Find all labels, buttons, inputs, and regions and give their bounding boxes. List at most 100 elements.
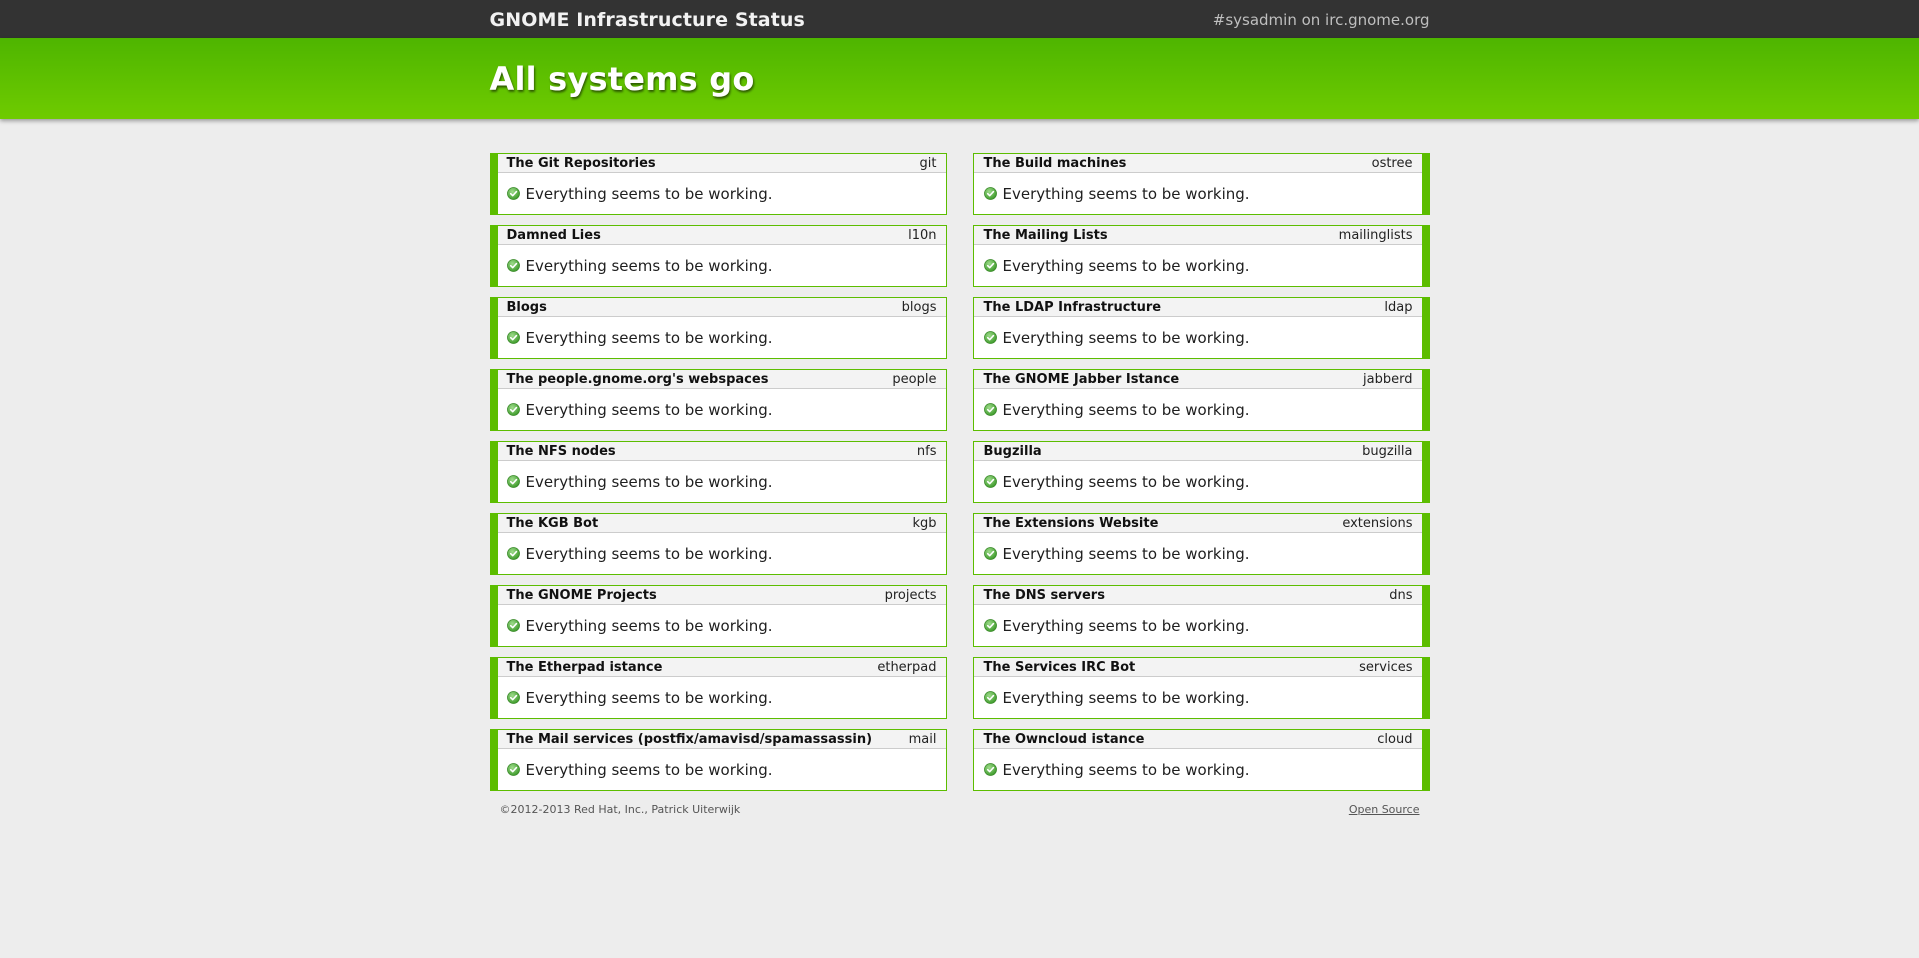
service-status: Everything seems to be working. [498,245,946,286]
service-tag: nfs [916,443,937,459]
service-title: Bugzilla [983,443,1042,459]
service-title: The Owncloud istance [983,731,1145,747]
status-message: Everything seems to be working. [1002,328,1250,347]
service-status: Everything seems to be working. [974,677,1422,718]
open-source-link[interactable]: Open Source [1349,803,1420,816]
status-message: Everything seems to be working. [1002,760,1250,779]
top-bar: GNOME Infrastructure Status #sysadmin on… [0,0,1919,38]
service-card: The Mailing Lists mailinglists Everythin… [972,225,1430,287]
service-title: The Services IRC Bot [983,659,1136,675]
check-circle-icon [506,691,520,704]
service-tag: git [919,155,937,171]
service-status: Everything seems to be working. [498,461,946,502]
check-circle-icon [506,259,520,272]
status-message: Everything seems to be working. [525,544,773,563]
service-status: Everything seems to be working. [974,245,1422,286]
check-circle-icon [506,403,520,416]
service-card: The KGB Bot kgb Everything seems to be w… [489,513,947,575]
service-card-header: The KGB Bot kgb [497,514,946,533]
service-status: Everything seems to be working. [974,173,1422,214]
service-card-header: The Mailing Lists mailinglists [973,226,1422,245]
service-tag: mail [908,731,937,747]
service-card: The Mail services (postfix/amavisd/spama… [489,729,947,791]
service-title: The Git Repositories [506,155,656,171]
service-grid: The Git Repositories git Everything seem… [489,153,1430,791]
check-circle-icon [506,619,520,632]
service-status: Everything seems to be working. [498,677,946,718]
status-message: Everything seems to be working. [1002,616,1250,635]
service-title: The Mailing Lists [983,227,1108,243]
service-title: The LDAP Infrastructure [983,299,1162,315]
check-circle-icon [983,187,997,200]
service-title: The NFS nodes [506,443,616,459]
service-card-header: Bugzilla bugzilla [973,442,1422,461]
service-title: Blogs [506,299,547,315]
check-circle-icon [506,331,520,344]
service-card-header: The GNOME Jabber Istance jabberd [973,370,1422,389]
service-card: The Services IRC Bot services Everything… [972,657,1430,719]
footer: ©2012-2013 Red Hat, Inc., Patrick Uiterw… [490,803,1430,816]
service-card-header: The people.gnome.org's webspaces people [497,370,946,389]
service-title: The Build machines [983,155,1127,171]
service-status: Everything seems to be working. [498,605,946,646]
status-message: Everything seems to be working. [525,400,773,419]
overall-status-heading: All systems go [489,60,755,98]
service-card: The Git Repositories git Everything seem… [489,153,947,215]
service-status: Everything seems to be working. [974,461,1422,502]
service-status: Everything seems to be working. [974,749,1422,790]
service-card-header: The GNOME Projects projects [497,586,946,605]
service-tag: jabberd [1363,371,1413,387]
service-card: Damned Lies l10n Everything seems to be … [489,225,947,287]
service-card-header: The Build machines ostree [973,154,1422,173]
status-message: Everything seems to be working. [525,184,773,203]
service-card: The Owncloud istance cloud Everything se… [972,729,1430,791]
service-status: Everything seems to be working. [498,533,946,574]
service-tag: cloud [1377,731,1413,747]
status-message: Everything seems to be working. [1002,256,1250,275]
service-title: Damned Lies [506,227,601,243]
site-title: GNOME Infrastructure Status [489,9,805,31]
service-card: The DNS servers dns Everything seems to … [972,585,1430,647]
service-card-header: The Git Repositories git [497,154,946,173]
service-status: Everything seems to be working. [974,533,1422,574]
status-banner: All systems go [0,38,1919,119]
service-status: Everything seems to be working. [498,389,946,430]
check-circle-icon [506,187,520,200]
service-tag: ostree [1371,155,1413,171]
status-message: Everything seems to be working. [1002,688,1250,707]
service-status: Everything seems to be working. [498,173,946,214]
service-tag: ldap [1384,299,1413,315]
service-card: The Extensions Website extensions Everyt… [972,513,1430,575]
service-tag: kgb [912,515,937,531]
service-card: The GNOME Jabber Istance jabberd Everyth… [972,369,1430,431]
service-card: The GNOME Projects projects Everything s… [489,585,947,647]
service-tag: extensions [1342,515,1413,531]
status-message: Everything seems to be working. [525,256,773,275]
service-card-header: The Services IRC Bot services [973,658,1422,677]
service-card-header: Blogs blogs [497,298,946,317]
service-card: The Etherpad istance etherpad Everything… [489,657,947,719]
service-card-header: The Extensions Website extensions [973,514,1422,533]
status-message: Everything seems to be working. [525,328,773,347]
status-message: Everything seems to be working. [1002,184,1250,203]
service-card: The Build machines ostree Everything see… [972,153,1430,215]
service-card: Bugzilla bugzilla Everything seems to be… [972,441,1430,503]
check-circle-icon [983,403,997,416]
service-title: The GNOME Projects [506,587,657,603]
service-title: The people.gnome.org's webspaces [506,371,769,387]
check-circle-icon [983,763,997,776]
service-card-header: The DNS servers dns [973,586,1422,605]
service-title: The Extensions Website [983,515,1159,531]
service-card-header: Damned Lies l10n [497,226,946,245]
service-status: Everything seems to be working. [974,389,1422,430]
status-message: Everything seems to be working. [1002,472,1250,491]
service-tag: people [892,371,937,387]
service-tag: blogs [901,299,937,315]
status-message: Everything seems to be working. [525,616,773,635]
status-message: Everything seems to be working. [1002,400,1250,419]
status-message: Everything seems to be working. [525,760,773,779]
check-circle-icon [506,475,520,488]
service-status: Everything seems to be working. [498,749,946,790]
check-circle-icon [983,691,997,704]
irc-channel-link[interactable]: #sysadmin on irc.gnome.org [1213,11,1430,29]
